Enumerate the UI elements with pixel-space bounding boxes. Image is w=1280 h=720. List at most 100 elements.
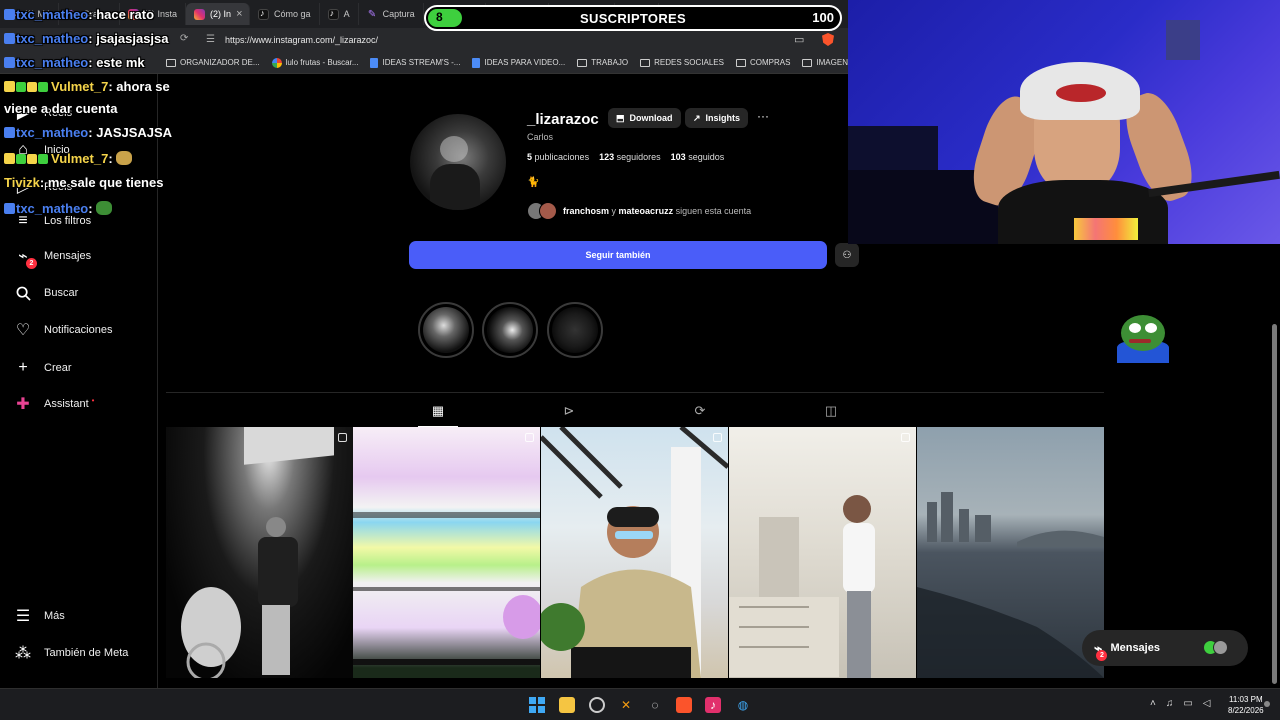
network-icon[interactable]: ▭ <box>1183 698 1192 709</box>
kick-platform-icon <box>4 9 15 20</box>
url-field[interactable]: https://www.instagram.com/_lizarazoc/ <box>225 35 378 45</box>
microphone-icon[interactable]: ♫ <box>1166 698 1174 709</box>
chat-text: viene a dar cuenta <box>4 101 118 116</box>
folder-icon <box>735 58 746 67</box>
brave-icon[interactable] <box>676 697 692 713</box>
chat-text: jsajasjasjsa <box>96 31 169 46</box>
chat-username: txc_matheo <box>16 7 89 22</box>
suggested-users-button[interactable]: ⚇ <box>835 243 859 267</box>
bookmark-item[interactable]: lulo frutas - Buscar... <box>266 57 365 68</box>
follow-back-button[interactable]: Seguir también <box>409 241 827 269</box>
tab-reels[interactable]: ⊳ <box>559 403 579 419</box>
capture-icon[interactable]: ◌ <box>647 697 663 713</box>
multi-photo-icon <box>901 433 910 442</box>
bookmark-item[interactable]: IDEAS STREAM'S -... <box>364 57 466 68</box>
tiktok-icon[interactable]: ♪ <box>705 697 721 713</box>
chat-username: Tivizk <box>4 175 40 190</box>
system-tray: ˄ ♫ ▭ ◁ <box>1150 698 1211 709</box>
post-thumbnail[interactable] <box>353 427 540 678</box>
globe-icon[interactable]: ◍ <box>735 697 751 713</box>
sidebar-item-search[interactable]: Buscar <box>14 284 78 302</box>
post-thumbnail[interactable] <box>917 427 1104 678</box>
start-button[interactable] <box>529 697 545 713</box>
meta-grid-icon: ⁂ <box>15 645 31 662</box>
multi-photo-icon <box>525 433 534 442</box>
brave-shields-icon[interactable] <box>822 33 834 46</box>
notification-icon[interactable] <box>1264 701 1270 707</box>
messages-pill-label: Mensajes <box>1110 642 1160 654</box>
tab-tagged[interactable]: ◫ <box>821 403 841 419</box>
chat-text: me sale que tienes <box>47 175 164 190</box>
volume-icon[interactable]: ◁ <box>1203 698 1211 709</box>
chat-message: Vulmet_7: <box>4 151 133 166</box>
doc-icon <box>472 57 481 68</box>
screencast-icon[interactable]: ▭ <box>794 33 804 46</box>
scrollbar-thumb[interactable] <box>1272 324 1277 684</box>
add-user-icon: ⚇ <box>842 249 852 261</box>
browser-tab[interactable]: Cómo ga <box>250 3 320 25</box>
post-thumbnail[interactable] <box>541 427 728 678</box>
folder-icon <box>577 58 588 67</box>
messenger-icon: ⌁ 2 <box>14 247 37 269</box>
chat-badges-icon <box>16 82 48 92</box>
story-highlight[interactable] <box>547 302 603 358</box>
sidebar-item-also-from-meta[interactable]: ⁂ También de Meta <box>14 644 128 662</box>
sidebar-item-notifications[interactable]: ♡ Notificaciones <box>14 321 113 339</box>
sidebar-item-label: Notificaciones <box>44 324 113 336</box>
profile-stats: 5 publicaciones 123 seguidores 103 segui… <box>527 152 724 162</box>
bookmark-item[interactable]: REDES SOCIALES <box>634 58 730 67</box>
obs-icon[interactable] <box>589 697 605 713</box>
followers-count[interactable]: 123 seguidores <box>599 152 661 162</box>
sidebar-item-label: También de Meta <box>44 647 129 659</box>
bookmark-item[interactable]: TRABAJO <box>571 58 634 67</box>
chat-message: txc_matheo: <box>4 201 113 216</box>
chat-emote-icon <box>116 151 133 165</box>
grid-icon: ▦ <box>431 403 445 418</box>
download-label: Download <box>629 113 673 123</box>
repost-icon: ⟳ <box>694 403 706 418</box>
menu-icon: ☰ <box>15 608 31 625</box>
profile-tabs: ▦ ⊳ ⟳ ◫ <box>166 392 1104 427</box>
chat-username: Vulmet_7 <box>51 79 109 94</box>
followed-by[interactable]: franchosm y mateoacruzz siguen esta cuen… <box>527 202 751 220</box>
more-options-icon[interactable]: ··· <box>757 109 769 123</box>
sidebar-item-label: Crear <box>44 362 72 374</box>
browser-tab[interactable]: ✎ Captura <box>359 3 424 25</box>
tab-posts[interactable]: ▦ <box>428 403 448 419</box>
plus-icon: + <box>18 359 28 376</box>
story-highlight[interactable] <box>418 302 474 358</box>
story-highlight[interactable] <box>482 302 538 358</box>
following-count[interactable]: 103 seguidos <box>671 152 725 162</box>
chat-message: Vulmet_7: ahora se <box>4 79 170 94</box>
sidebar-item-more[interactable]: ☰ Más <box>14 607 65 625</box>
bookmark-item[interactable]: COMPRAS <box>730 58 796 67</box>
bookmark-label: COMPRAS <box>749 58 791 67</box>
message-avatars <box>1203 640 1228 655</box>
sidebar-item-create[interactable]: + Crear <box>14 359 72 377</box>
tab-label: A <box>343 9 350 19</box>
multi-photo-icon <box>713 433 722 442</box>
screen: ▶ Reels ⌂ Inicio ▷ Reels ≡ Los filtros ⌁… <box>0 0 1280 720</box>
sidebar-item-messages[interactable]: ⌁ 2 Mensajes <box>14 247 91 269</box>
multi-photo-icon <box>338 433 347 442</box>
messages-pill[interactable]: ⌁ 2 Mensajes <box>1082 630 1248 666</box>
tiktok-icon <box>258 8 270 20</box>
tab-reposts[interactable]: ⟳ <box>690 403 710 419</box>
chevron-up-icon[interactable]: ˄ <box>1150 698 1156 709</box>
download-button[interactable]: ⬒ Download <box>608 108 681 128</box>
insights-button[interactable]: ↗ Insights <box>685 108 749 128</box>
clock[interactable]: 11:03 PM 8/22/2026 <box>1228 694 1264 716</box>
profile-avatar[interactable] <box>410 114 506 210</box>
bookmark-item[interactable]: IDEAS PARA VIDEO... <box>466 57 571 68</box>
chat-badges-icon <box>16 154 48 164</box>
capcut-icon[interactable]: ✕ <box>618 697 634 713</box>
post-thumbnail[interactable] <box>729 427 916 678</box>
sidebar-item-assistant[interactable]: ✚ Assistant • <box>14 395 94 414</box>
stream-chat-overlay: txc_matheo: hace rato txc_matheo: jsajasj… <box>4 0 244 230</box>
post-thumbnail[interactable] <box>166 427 353 678</box>
browser-tab[interactable]: A <box>320 3 359 25</box>
sidebar-item-label: Assistant <box>44 398 89 410</box>
bookmark-label: lulo frutas - Buscar... <box>285 58 359 67</box>
file-explorer-icon[interactable] <box>559 697 575 713</box>
chat-text: ahora se <box>116 79 170 94</box>
